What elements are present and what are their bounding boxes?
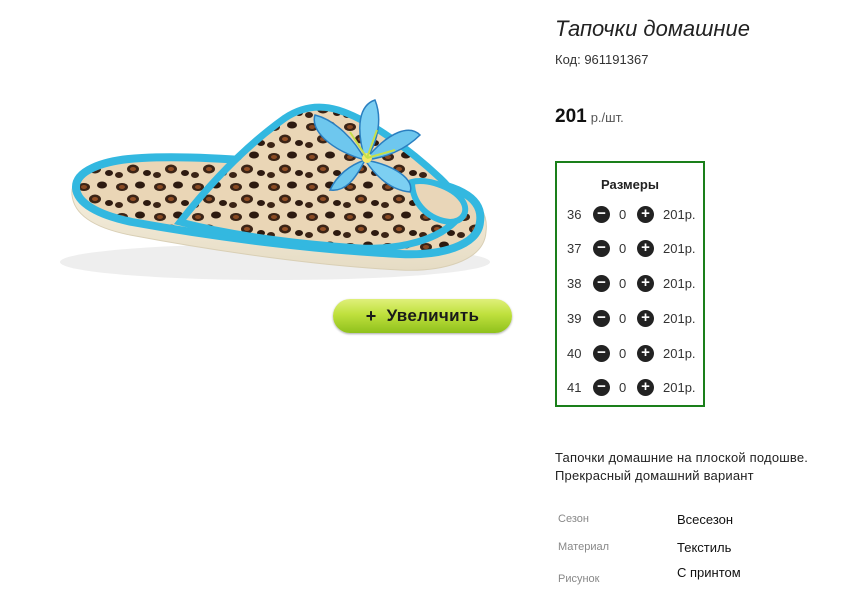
plus-icon[interactable]: +	[637, 275, 654, 292]
attr-value-pattern: С принтом	[677, 565, 741, 580]
quantity-value: 0	[619, 311, 627, 326]
size-label: 37	[567, 241, 582, 256]
size-price: 201р.	[663, 311, 696, 326]
minus-icon[interactable]: −	[593, 310, 610, 327]
zoom-button-label: Увеличить	[386, 306, 480, 325]
price-value: 201	[555, 106, 587, 127]
product-price: 201 р./шт.	[555, 106, 624, 128]
minus-icon[interactable]: −	[593, 345, 610, 362]
size-price: 201р.	[663, 380, 696, 395]
quantity-value: 0	[619, 346, 627, 361]
size-label: 38	[567, 276, 582, 291]
attr-value-season: Всесезон	[677, 512, 734, 527]
minus-icon[interactable]: −	[593, 206, 610, 223]
size-price: 201р.	[663, 207, 696, 222]
size-row: 36 − 0 + 201р.	[557, 205, 703, 225]
quantity-value: 0	[619, 380, 627, 395]
size-label: 41	[567, 380, 582, 395]
size-label: 36	[567, 207, 582, 222]
size-row: 39 − 0 + 201р.	[557, 309, 703, 329]
quantity-value: 0	[619, 207, 627, 222]
attr-label-season: Сезон	[558, 513, 589, 525]
size-row: 40 − 0 + 201р.	[557, 344, 703, 364]
plus-icon[interactable]: +	[637, 310, 654, 327]
product-image-area: + Увеличить	[0, 0, 540, 420]
sizes-title: Размеры	[601, 177, 659, 192]
sizes-panel: Размеры 36 − 0 + 201р. 37 − 0 + 201р. 38…	[555, 161, 705, 407]
size-label: 40	[567, 346, 582, 361]
attr-value-material: Текстиль	[677, 540, 732, 555]
attr-label-pattern: Рисунок	[558, 573, 600, 585]
description-line: Тапочки домашние на плоской подошве.	[555, 450, 809, 465]
minus-icon[interactable]: −	[593, 240, 610, 257]
quantity-value: 0	[619, 276, 627, 291]
description-line: Прекрасный домашний вариант	[555, 468, 754, 483]
plus-icon[interactable]: +	[637, 345, 654, 362]
size-row: 38 − 0 + 201р.	[557, 274, 703, 294]
plus-icon: +	[365, 305, 377, 326]
product-description: Тапочки домашние на плоской подошве. Пре…	[555, 449, 845, 485]
size-price: 201р.	[663, 276, 696, 291]
plus-icon[interactable]: +	[637, 379, 654, 396]
minus-icon[interactable]: −	[593, 275, 610, 292]
product-title: Тапочки домашние	[555, 16, 750, 41]
attr-label-material: Материал	[558, 541, 609, 553]
quantity-value: 0	[619, 241, 627, 256]
size-row: 37 − 0 + 201р.	[557, 239, 703, 259]
size-price: 201р.	[663, 346, 696, 361]
size-price: 201р.	[663, 241, 696, 256]
size-label: 39	[567, 311, 582, 326]
plus-icon[interactable]: +	[637, 206, 654, 223]
slipper-image[interactable]	[0, 0, 540, 300]
size-row: 41 − 0 + 201р.	[557, 378, 703, 398]
zoom-button[interactable]: + Увеличить	[333, 299, 512, 333]
plus-icon[interactable]: +	[637, 240, 654, 257]
price-unit: р./шт.	[590, 110, 624, 125]
product-code: Код: 961191367	[555, 52, 649, 67]
minus-icon[interactable]: −	[593, 379, 610, 396]
